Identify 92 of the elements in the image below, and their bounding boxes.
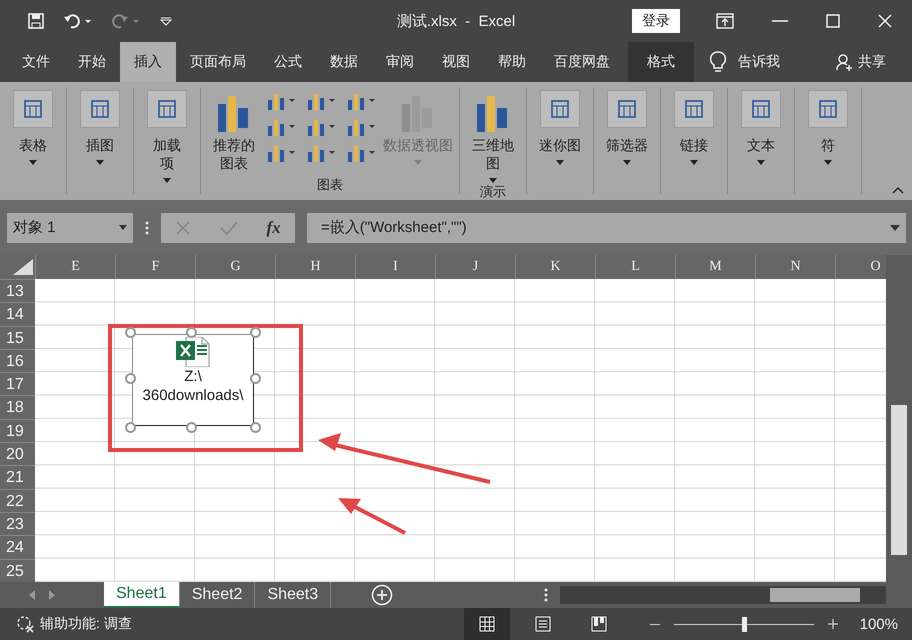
resize-handle[interactable] (186, 422, 197, 433)
sign-in-button[interactable]: 登录 (632, 9, 680, 33)
embedded-object[interactable]: Z:\ 360downloads\ (132, 334, 254, 426)
caret-icon (96, 160, 104, 165)
caret-icon (163, 178, 171, 183)
add-sheet-icon[interactable] (371, 584, 394, 606)
ribbon-tab[interactable]: 百度网盘 (540, 42, 624, 82)
ribbon-button[interactable]: 推荐的 图表 (207, 88, 261, 176)
ribbon-command-icon (549, 98, 571, 120)
ribbon-group-label: 图表 (316, 176, 344, 194)
ribbon-tab[interactable]: 开始 (64, 42, 120, 82)
collapse-ribbon-icon[interactable] (892, 186, 904, 194)
undo-icon[interactable] (63, 12, 93, 30)
vertical-scrollbar[interactable] (886, 255, 912, 582)
ribbon-button[interactable]: 三维地 图 (466, 88, 520, 183)
caret-icon (690, 160, 698, 165)
ribbon-button[interactable]: 加载 项 (140, 88, 194, 194)
ribbon-tab[interactable]: 页面布局 (176, 42, 260, 82)
ribbon-group-label: 演示 (479, 183, 507, 201)
ribbon-command-icon (89, 98, 111, 120)
page-break-icon (590, 616, 607, 632)
person-add-icon[interactable] (836, 53, 854, 71)
ribbon-button[interactable]: 插图 (73, 88, 127, 194)
caret-icon (623, 160, 631, 165)
caret-icon (29, 160, 37, 165)
ribbon-tab[interactable]: 格式 (628, 42, 694, 82)
object-label: 360downloads\ (142, 386, 244, 405)
ribbon-tab[interactable]: 审阅 (372, 42, 428, 82)
ribbon-command-icon (156, 98, 178, 120)
page-icon (534, 616, 551, 632)
insert-function-button[interactable]: fx (266, 218, 281, 238)
accessibility-status[interactable]: 辅助功能: 调查 (40, 615, 132, 633)
caret-icon (556, 160, 564, 165)
arrow-drawing (338, 498, 406, 535)
ribbon-button[interactable]: 筛选器 (600, 88, 654, 194)
ribbon-tab[interactable]: 视图 (428, 42, 484, 82)
view-button[interactable] (464, 608, 510, 640)
ribbon-button[interactable]: 文本 (734, 88, 788, 194)
caret-icon[interactable] (119, 225, 127, 230)
tell-me-text[interactable]: 告诉我 (738, 53, 780, 71)
close-icon[interactable] (878, 14, 892, 28)
redo-icon[interactable] (111, 12, 141, 30)
expand-caret-icon[interactable] (890, 224, 900, 230)
grid-icon (478, 616, 495, 632)
formula-field[interactable]: =嵌入("Worksheet","") (307, 212, 906, 242)
caret-icon (824, 160, 832, 165)
customize-caret-icon[interactable] (159, 15, 173, 27)
zoom-slider[interactable] (742, 616, 747, 632)
ribbon-display-icon[interactable] (716, 13, 734, 29)
save-icon[interactable] (27, 12, 45, 30)
minimize-icon[interactable] (772, 20, 788, 22)
object-label: Z:\ (184, 367, 202, 386)
worksheet-grid[interactable]: Z:\ 360downloads\ (35, 279, 886, 582)
zoom-level[interactable]: 100% (860, 616, 898, 632)
maximize-icon[interactable] (826, 14, 840, 28)
caret-icon (757, 160, 765, 165)
ribbon-tab[interactable]: 插入 (120, 42, 176, 82)
ribbon-button[interactable]: 链接 (667, 88, 721, 194)
window-title: 测试.xlsx - Excel (396, 12, 516, 30)
ribbon-command-icon (616, 98, 638, 120)
ribbon-command-icon (750, 98, 772, 120)
check-icon[interactable] (220, 220, 238, 236)
previous-sheet-icon[interactable] (28, 590, 36, 600)
lightbulb-icon (710, 51, 726, 73)
resize-handle[interactable] (250, 373, 261, 384)
horizontal-scrollbar[interactable] (560, 586, 886, 604)
resize-handle[interactable] (250, 422, 261, 433)
ribbon-command-icon (817, 98, 839, 120)
more-options-icon[interactable] (544, 588, 548, 602)
ribbon-button[interactable]: 符 (801, 88, 855, 194)
ribbon-tab[interactable]: 文件 (0, 42, 64, 82)
caret-icon (414, 160, 422, 165)
ribbon-command-icon (683, 98, 705, 120)
resize-handle[interactable] (125, 373, 136, 384)
resize-handle[interactable] (125, 422, 136, 433)
caret-icon (489, 178, 497, 183)
zoom-in-icon[interactable] (828, 619, 838, 629)
ribbon-tab[interactable]: 数据 (316, 42, 372, 82)
name-box[interactable]: 对象 1 (7, 212, 133, 242)
accessibility-icon[interactable] (16, 615, 34, 633)
more-options-icon[interactable] (145, 220, 149, 234)
ribbon-button[interactable]: 迷你图 (533, 88, 587, 194)
excel-file-icon (176, 337, 210, 367)
next-sheet-icon[interactable] (48, 590, 56, 600)
sheet-tab[interactable]: Sheet1 (104, 582, 180, 608)
ribbon-tab[interactable]: 帮助 (484, 42, 540, 82)
ribbon-button[interactable]: 表格 (6, 88, 60, 194)
resize-handle[interactable] (125, 327, 136, 338)
ribbon-command-icon (22, 98, 44, 120)
resize-handle[interactable] (250, 327, 261, 338)
share-button[interactable]: 共享 (858, 53, 886, 71)
ribbon-tab[interactable]: 公式 (260, 42, 316, 82)
